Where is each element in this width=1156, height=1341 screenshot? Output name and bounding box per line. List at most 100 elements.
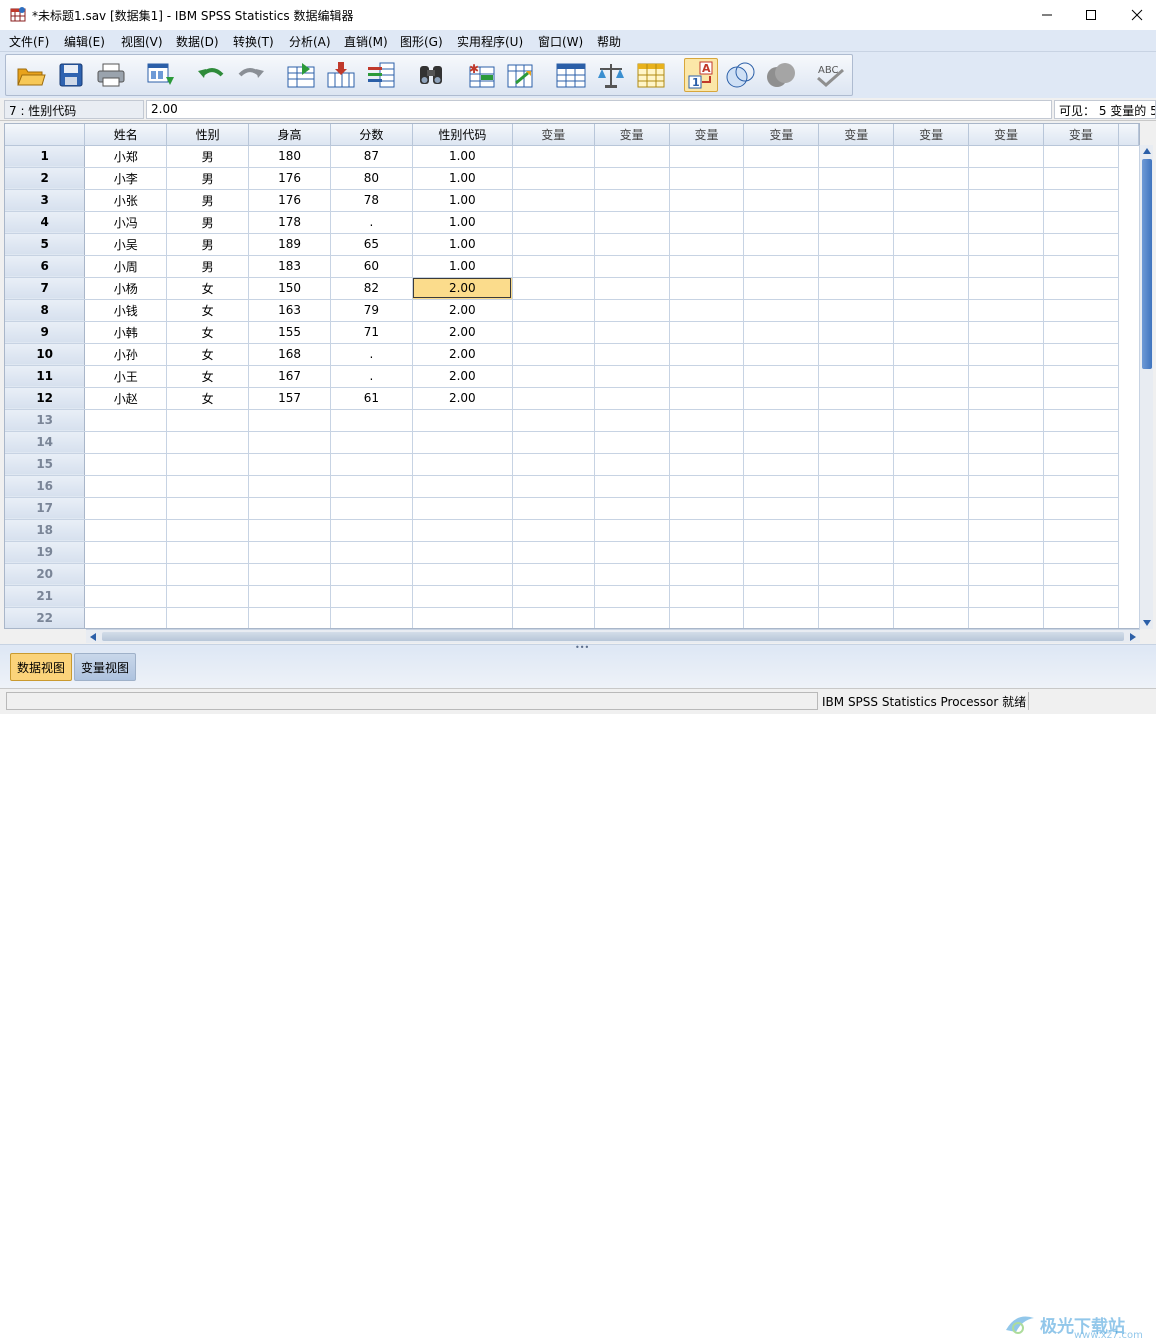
empty-cell[interactable]: [1043, 343, 1119, 366]
data-cell[interactable]: 150: [248, 277, 331, 300]
data-cell[interactable]: 男: [166, 189, 250, 212]
empty-cell[interactable]: [594, 189, 670, 212]
data-cell[interactable]: 女: [166, 321, 250, 344]
empty-cell[interactable]: [1043, 145, 1119, 168]
column-header[interactable]: 姓名: [84, 124, 168, 146]
empty-cell[interactable]: [594, 409, 670, 432]
data-cell[interactable]: 2.00: [412, 299, 513, 322]
empty-cell[interactable]: [818, 299, 895, 322]
empty-cell[interactable]: [743, 497, 820, 520]
empty-cell[interactable]: [818, 145, 895, 168]
row-header[interactable]: 1: [5, 145, 86, 168]
empty-cell[interactable]: [669, 299, 745, 322]
empty-cell[interactable]: [594, 585, 670, 608]
empty-cell[interactable]: [84, 585, 168, 608]
menu-transform[interactable]: 转换(T): [233, 33, 274, 50]
empty-cell[interactable]: [669, 321, 745, 344]
save-button[interactable]: [54, 58, 88, 92]
empty-cell[interactable]: [669, 343, 745, 366]
empty-cell[interactable]: [512, 519, 595, 542]
variables-button[interactable]: [364, 58, 398, 92]
empty-cell[interactable]: [594, 365, 670, 388]
select-cases-button[interactable]: [634, 58, 668, 92]
empty-cell[interactable]: [968, 255, 1044, 278]
empty-cell[interactable]: [1043, 497, 1119, 520]
empty-cell[interactable]: [512, 585, 595, 608]
empty-cell[interactable]: [166, 453, 250, 476]
empty-cell[interactable]: [818, 255, 895, 278]
empty-cell[interactable]: [1043, 519, 1119, 542]
empty-cell[interactable]: [166, 585, 250, 608]
row-header[interactable]: 4: [5, 211, 86, 234]
empty-cell[interactable]: [818, 563, 895, 586]
empty-cell[interactable]: [512, 299, 595, 322]
empty-cell[interactable]: [893, 343, 970, 366]
empty-cell[interactable]: [743, 343, 820, 366]
data-cell[interactable]: 小杨: [84, 277, 168, 300]
menu-edit[interactable]: 编辑(E): [64, 33, 105, 50]
empty-cell[interactable]: [166, 541, 250, 564]
empty-cell[interactable]: [968, 167, 1044, 190]
empty-cell[interactable]: [968, 299, 1044, 322]
empty-cell[interactable]: [512, 233, 595, 256]
empty-cell[interactable]: [1043, 189, 1119, 212]
empty-cell[interactable]: [84, 431, 168, 454]
empty-cell[interactable]: [968, 233, 1044, 256]
undo-button[interactable]: [194, 58, 228, 92]
empty-cell[interactable]: [893, 541, 970, 564]
empty-cell[interactable]: [893, 563, 970, 586]
insert-cases-button[interactable]: ✱: [464, 58, 498, 92]
empty-cell[interactable]: [818, 321, 895, 344]
empty-cell[interactable]: [818, 387, 895, 410]
empty-cell[interactable]: [594, 255, 670, 278]
empty-cell[interactable]: [512, 189, 595, 212]
empty-cell[interactable]: [412, 607, 513, 628]
empty-cell[interactable]: [512, 541, 595, 564]
empty-cell[interactable]: [818, 233, 895, 256]
empty-cell[interactable]: [512, 409, 595, 432]
empty-cell[interactable]: [893, 431, 970, 454]
data-cell[interactable]: 178: [248, 211, 331, 234]
empty-cell[interactable]: [512, 431, 595, 454]
empty-cell[interactable]: [743, 321, 820, 344]
data-cell[interactable]: 小钱: [84, 299, 168, 322]
scroll-up-arrow[interactable]: [1140, 145, 1154, 157]
empty-cell[interactable]: [669, 211, 745, 234]
empty-cell[interactable]: [818, 453, 895, 476]
empty-cell[interactable]: [594, 431, 670, 454]
row-header[interactable]: 19: [5, 541, 86, 564]
data-cell[interactable]: .: [330, 343, 413, 366]
print-button[interactable]: [94, 58, 128, 92]
menu-utilities[interactable]: 实用程序(U): [457, 33, 523, 50]
empty-cell[interactable]: [743, 145, 820, 168]
data-cell[interactable]: 87: [330, 145, 413, 168]
row-header[interactable]: 14: [5, 431, 86, 454]
empty-cell[interactable]: [669, 409, 745, 432]
maximize-button[interactable]: [1068, 0, 1114, 30]
empty-cell[interactable]: [84, 409, 168, 432]
data-cell[interactable]: 168: [248, 343, 331, 366]
empty-cell[interactable]: [84, 453, 168, 476]
row-header[interactable]: 15: [5, 453, 86, 476]
empty-cell[interactable]: [248, 409, 331, 432]
empty-cell[interactable]: [893, 321, 970, 344]
empty-cell[interactable]: [818, 607, 895, 628]
empty-cell[interactable]: [594, 167, 670, 190]
empty-cell[interactable]: [669, 255, 745, 278]
menu-graphs[interactable]: 图形(G): [400, 33, 443, 50]
data-cell[interactable]: 157: [248, 387, 331, 410]
row-header[interactable]: 12: [5, 387, 86, 410]
empty-cell[interactable]: [743, 233, 820, 256]
empty-cell[interactable]: [968, 497, 1044, 520]
scroll-left-arrow[interactable]: [86, 630, 100, 643]
empty-cell[interactable]: [743, 453, 820, 476]
data-cell[interactable]: 1.00: [412, 145, 513, 168]
empty-cell[interactable]: [248, 453, 331, 476]
empty-cell[interactable]: [166, 497, 250, 520]
empty-cell[interactable]: [893, 585, 970, 608]
empty-cell[interactable]: [166, 475, 250, 498]
empty-cell[interactable]: [893, 233, 970, 256]
data-cell[interactable]: .: [330, 211, 413, 234]
empty-cell[interactable]: [330, 453, 413, 476]
empty-cell[interactable]: [1043, 277, 1119, 300]
